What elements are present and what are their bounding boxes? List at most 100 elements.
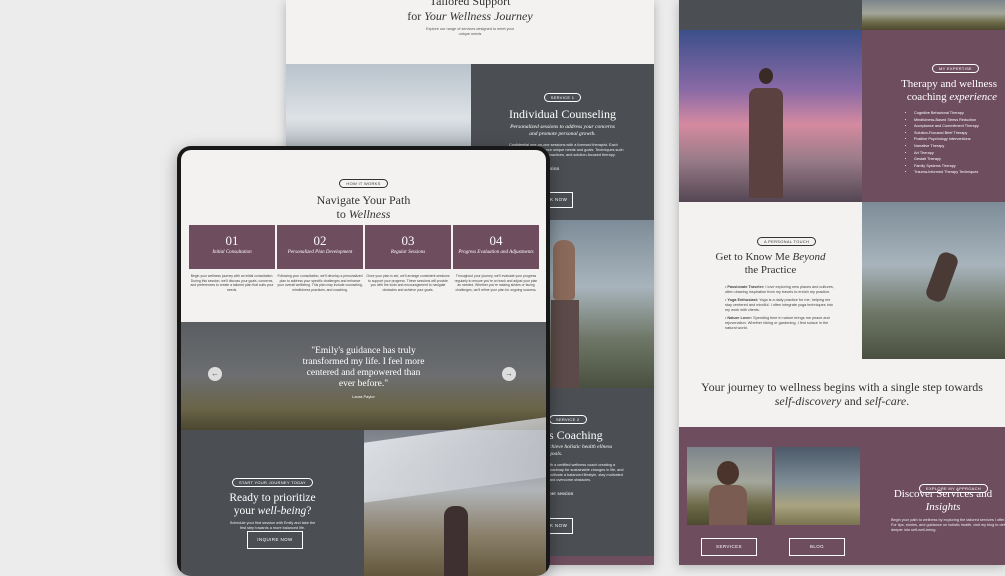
- dancer-body: [749, 88, 783, 198]
- step-label: Initial Consultation: [212, 250, 252, 255]
- expertise-item: Cognitive Behavioral Therapy: [914, 110, 1005, 117]
- about-page-mockup: MY EXPERTISE Therapy and wellness coachi…: [679, 0, 1005, 565]
- expertise-item: Gestalt Therapy: [914, 156, 1005, 163]
- journey-and: and: [841, 394, 865, 408]
- service2-pill: SERVICE 2: [549, 415, 587, 424]
- personal-item: • Passionate Traveler: I love exploring …: [725, 285, 834, 294]
- step-number: 01: [225, 233, 239, 248]
- step-number: 02: [313, 233, 327, 248]
- cta-pill: START YOUR JOURNEY TODAY: [231, 478, 314, 487]
- dancer-sunset-photo: [679, 30, 862, 202]
- discover-panel: SERVICES BLOG EXPLORE MY APPROACH Discov…: [679, 427, 1005, 565]
- cta-title-end: ?: [306, 505, 312, 517]
- how-title-line1: Navigate Your Path: [316, 193, 411, 207]
- testimonial-quote: "Emily's guidance has truly transformed …: [302, 346, 425, 389]
- personal-list: • Passionate Traveler: I love exploring …: [725, 285, 837, 331]
- services-subtitle: Explore our range of services designed t…: [425, 27, 514, 36]
- expertise-title: Therapy and wellness coaching experience: [892, 78, 997, 104]
- step-label: Personalized Plan Development: [287, 250, 353, 255]
- service2-body: ith a certified wellness coach creating …: [549, 463, 624, 482]
- services-title-prefix: for: [407, 9, 425, 23]
- step-description: Once your plan is set, we'll arrange con…: [366, 274, 450, 292]
- tablet-device: HOW IT WORKS Navigate Your Path to Welln…: [177, 146, 550, 576]
- how-title: Navigate Your Path to Wellness: [181, 193, 546, 221]
- personal-item: • Nature Lover: Spending time in nature …: [725, 316, 830, 330]
- arrow-left-icon[interactable]: ←: [208, 367, 222, 381]
- woman-fabric-photo: [364, 417, 546, 576]
- dancer-head: [759, 68, 773, 84]
- step-number: 04: [489, 233, 503, 248]
- step-card: 04 Progress Evaluation and Adjustments: [453, 225, 539, 269]
- step-number: 03: [401, 233, 415, 248]
- testimonial-author: Laura Paylor: [352, 394, 375, 399]
- services-header: Tailored Support for Your Wellness Journ…: [286, 0, 654, 37]
- flowing-fabric: [364, 417, 546, 503]
- step-card: 01 Initial Consultation: [189, 225, 275, 269]
- service1-price: per session: [535, 166, 560, 172]
- journey-italic1: self-discovery: [774, 394, 842, 408]
- how-pill: HOW IT WORKS: [339, 179, 388, 188]
- services-button[interactable]: SERVICES: [701, 538, 757, 556]
- personal-item-label: Nature Lover:: [727, 316, 753, 320]
- expertise-item: Mindfulness-Based Stress Reduction: [914, 117, 1005, 124]
- dancer-rocks-figure: [924, 250, 960, 304]
- step-label: Progress Evaluation and Adjustments: [458, 250, 534, 255]
- services-thumb-photo[interactable]: [687, 447, 772, 525]
- step-description: Throughout your journey, we'll evaluate …: [454, 274, 538, 292]
- woman-silhouette: [444, 506, 468, 576]
- cta-body: Schedule your first session with Emily a…: [229, 521, 316, 530]
- woman-portrait: [717, 461, 739, 485]
- top-dark-strip: [679, 0, 862, 30]
- woman-shoulders: [709, 485, 747, 525]
- expertise-item: Acceptance and Commitment Therapy: [914, 123, 1005, 130]
- personal-item: • Yoga Enthusiast: Yoga is a daily pract…: [725, 298, 833, 312]
- cta-panel: START YOUR JOURNEY TODAY Ready to priori…: [181, 430, 364, 576]
- expertise-list: Cognitive Behavioral TherapyMindfulness-…: [906, 110, 1005, 176]
- step-label: Regular Sessions: [390, 250, 426, 255]
- expertise-title-italic: experience: [949, 91, 997, 103]
- expertise-panel: MY EXPERTISE Therapy and wellness coachi…: [862, 30, 1005, 202]
- arrow-right-icon[interactable]: →: [502, 367, 516, 381]
- discover-title-italic: Insights: [925, 501, 961, 513]
- expertise-item: Narrative Therapy: [914, 143, 1005, 150]
- cta-title: Ready to prioritize your well-being?: [223, 492, 323, 518]
- service1-pill: SERVICE 1: [543, 93, 582, 102]
- service2-title: s Coaching: [549, 428, 603, 442]
- journey-end: .: [906, 394, 910, 408]
- discover-body: Begin your path to wellness by exploring…: [891, 518, 1005, 532]
- expertise-item: Solution-Focused Brief Therapy: [914, 130, 1005, 137]
- tablet-screen: HOW IT WORKS Navigate Your Path to Welln…: [181, 150, 546, 576]
- services-title-italic: Your Wellness Journey: [424, 9, 533, 23]
- discover-title: Discover Services and Insights: [884, 488, 1002, 514]
- personal-item-label: Yoga Enthusiast:: [727, 298, 759, 302]
- how-title-italic: Wellness: [348, 207, 391, 221]
- personal-title: Get to Know Me Beyond the Practice: [679, 251, 862, 277]
- journey-line1: Your journey to wellness begins with a s…: [701, 380, 983, 394]
- step-description: Begin your wellness journey with an init…: [190, 274, 274, 292]
- blog-thumb-photo[interactable]: [775, 447, 860, 525]
- blog-button[interactable]: BLOG: [789, 538, 845, 556]
- personal-pill: A PERSONAL TOUCH: [757, 237, 817, 246]
- personal-title-italic: Beyond: [792, 251, 826, 263]
- service2-tagline: chieve holistic health ellness goals.: [549, 444, 613, 457]
- personal-item-label: Passionate Traveler:: [727, 285, 765, 289]
- journey-banner: Your journey to wellness begins with a s…: [679, 359, 1005, 427]
- expertise-item: Trauma-Informed Therapy Techniques: [914, 169, 1005, 176]
- service1-title: Individual Counseling: [509, 107, 616, 121]
- step-description: Following your consultation, we'll devel…: [277, 274, 363, 292]
- personal-title-plain: Get to Know Me: [715, 251, 793, 263]
- expertise-item: Positive Psychology Interventions: [914, 136, 1005, 143]
- dancer-rocks-photo: [862, 202, 1005, 359]
- inquire-button[interactable]: INQUIRE NOW: [247, 531, 303, 549]
- grass-photo-top: [862, 0, 1005, 30]
- personal-title-line2: the Practice: [744, 264, 797, 276]
- woman-figure: [553, 240, 575, 300]
- discover-title-plain: Discover Services and: [893, 488, 993, 500]
- services-title: Tailored Support: [429, 0, 511, 8]
- service2-price: per session: [549, 491, 574, 497]
- woman-dress: [551, 300, 579, 388]
- step-card: 03 Regular Sessions: [365, 225, 451, 269]
- how-title-plain: to: [336, 207, 349, 221]
- cta-title-italic: well-being: [257, 505, 307, 517]
- expertise-item: Art Therapy: [914, 150, 1005, 157]
